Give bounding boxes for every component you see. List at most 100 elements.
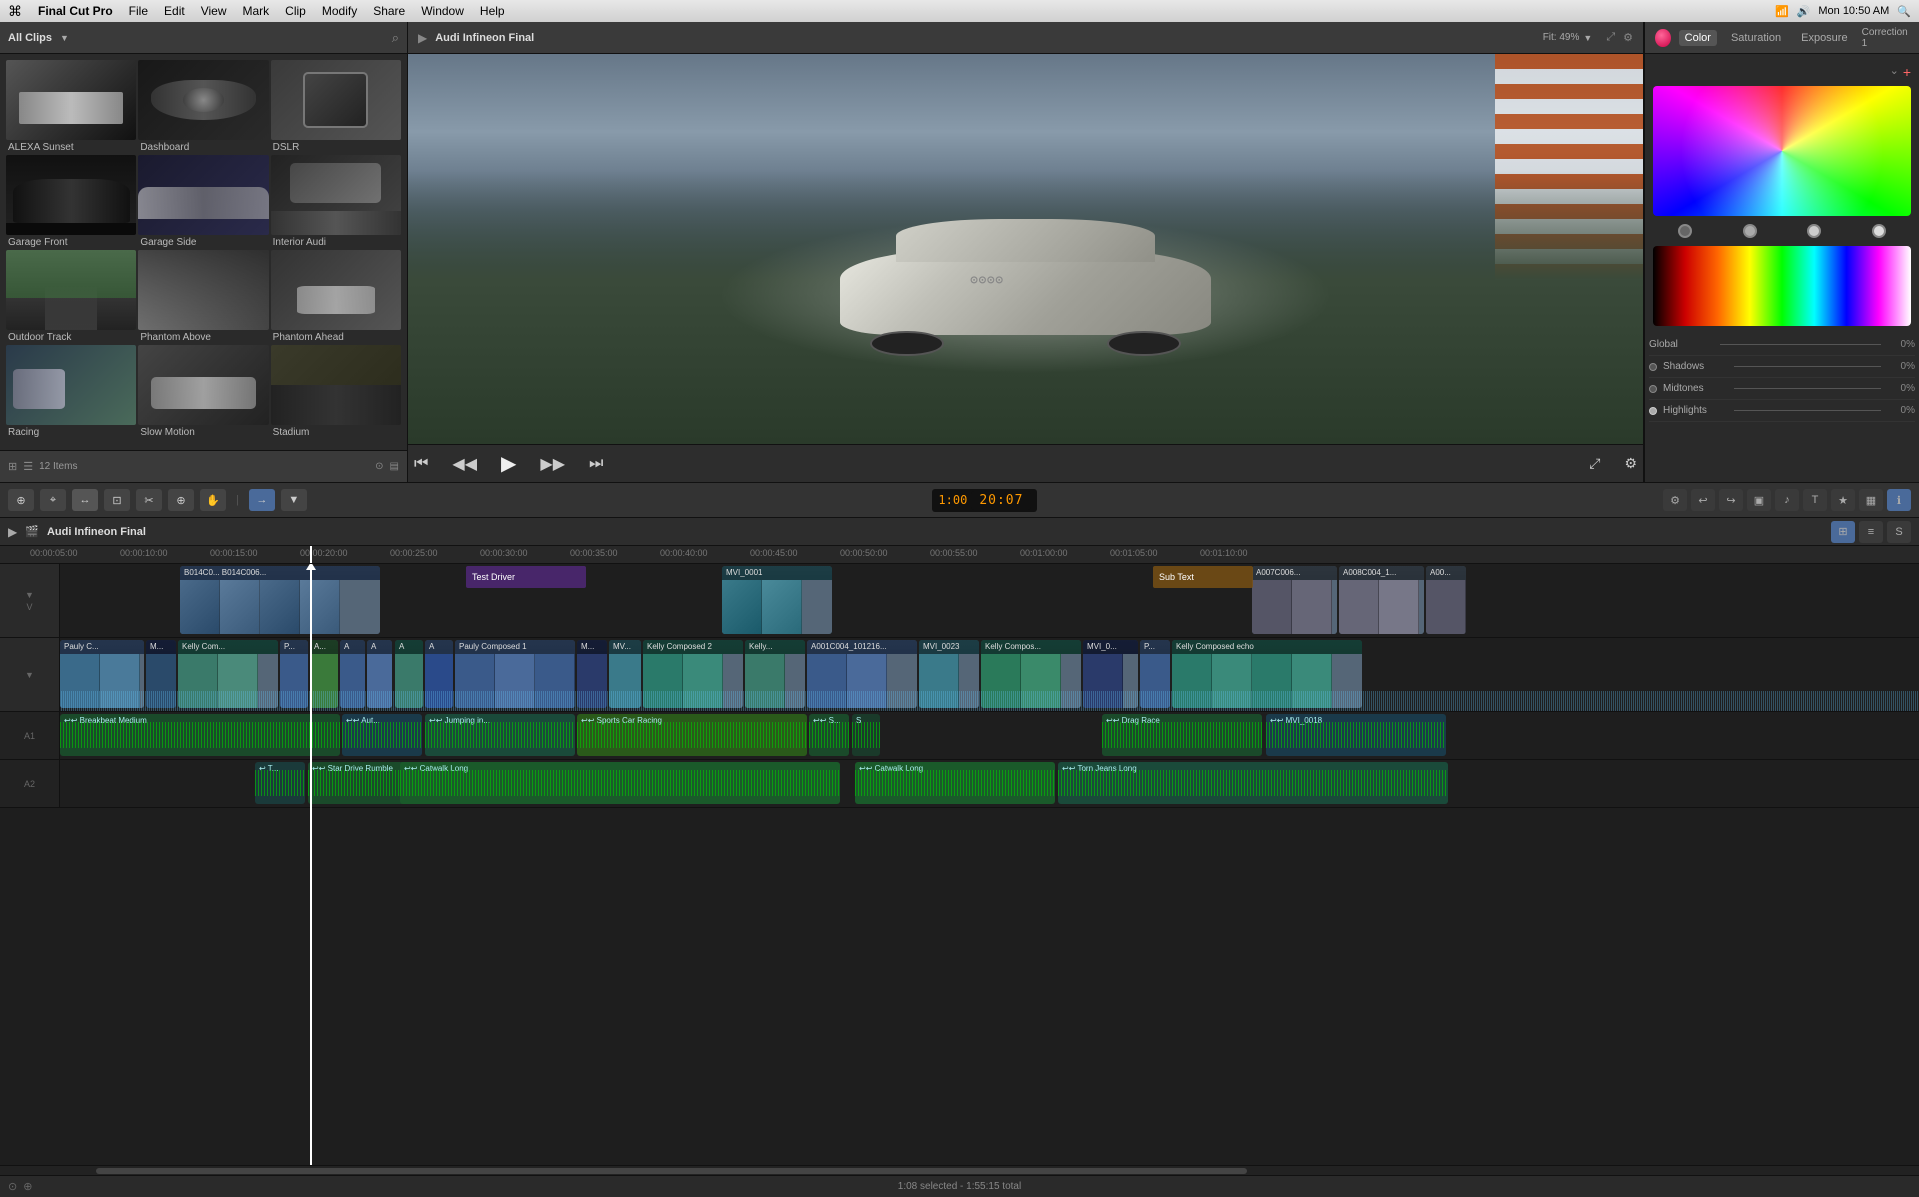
- audio-sports-car[interactable]: ↩↩ Sports Car Racing: [577, 714, 807, 756]
- play-button[interactable]: ▶: [495, 449, 522, 478]
- menu-mark[interactable]: Mark: [243, 4, 270, 18]
- clip-racing[interactable]: Racing: [6, 345, 136, 438]
- highlights-dot[interactable]: [1872, 224, 1886, 238]
- timeline-settings-icon[interactable]: ⚙: [1663, 489, 1687, 511]
- clip-stadium[interactable]: Stadium: [271, 345, 401, 438]
- inspector-add-icon[interactable]: +: [1903, 64, 1911, 80]
- tl-view-btn2[interactable]: ≡: [1859, 521, 1883, 543]
- shadows-dot[interactable]: [1743, 224, 1757, 238]
- audio-s1[interactable]: ↩↩ S...: [809, 714, 849, 756]
- clip-a007c006[interactable]: A007C006...: [1252, 566, 1337, 634]
- title-sub-text[interactable]: Sub Text: [1153, 566, 1253, 588]
- midtones-slider[interactable]: [1734, 388, 1881, 389]
- select-tool[interactable]: →: [249, 489, 275, 511]
- clip-a008c004[interactable]: A008C004_1...: [1339, 566, 1424, 634]
- menu-view[interactable]: View: [201, 4, 227, 18]
- menu-modify[interactable]: Modify: [322, 4, 357, 18]
- library-search-icon[interactable]: ⌕: [392, 30, 399, 46]
- clip-appearance-button[interactable]: ▣: [1747, 489, 1771, 511]
- menu-help[interactable]: Help: [480, 4, 505, 18]
- audio-torn-jeans[interactable]: ↩↩ Torn Jeans Long: [1058, 762, 1448, 804]
- menu-edit[interactable]: Edit: [164, 4, 185, 18]
- timecode-display[interactable]: 20:07: [971, 491, 1031, 510]
- inspector-tab-color[interactable]: Color: [1679, 30, 1717, 46]
- undo-button[interactable]: ↩: [1691, 489, 1715, 511]
- shadows-slider[interactable]: [1734, 366, 1881, 367]
- audio-drag-race[interactable]: ↩↩ Drag Race: [1102, 714, 1262, 756]
- preview-settings-icon[interactable]: ⚙: [1623, 31, 1633, 44]
- timeline-body[interactable]: ▼ V B014C0... B014C006...: [0, 564, 1919, 1165]
- clip-mvi0001[interactable]: MVI_0001: [722, 566, 832, 634]
- inspector-expand-icon[interactable]: ⌄: [1890, 64, 1899, 80]
- fullscreen-icon[interactable]: ⤢: [1606, 31, 1615, 44]
- fullscreen-preview-button[interactable]: ⤢: [1583, 453, 1606, 474]
- clip-phantom-ahead[interactable]: Phantom Ahead: [271, 250, 401, 343]
- audio-t[interactable]: ↩ T...: [255, 762, 305, 804]
- menu-finalcut[interactable]: Final Cut Pro: [38, 4, 113, 18]
- tl-view-btn1[interactable]: ⊞: [1831, 521, 1855, 543]
- tl-view-btn3[interactable]: S: [1887, 521, 1911, 543]
- color-gradient-bar[interactable]: [1653, 246, 1911, 326]
- clip-a00[interactable]: A00...: [1426, 566, 1466, 634]
- video-track-top-content[interactable]: B014C0... B014C006... MVI_0001: [60, 564, 1919, 637]
- audio-button[interactable]: ♪: [1775, 489, 1799, 511]
- audio-breakbeat[interactable]: ↩↩ Breakbeat Medium: [60, 714, 340, 756]
- audio-jumping[interactable]: ↩↩ Jumping in...: [425, 714, 575, 756]
- clip-outdoor-track[interactable]: Outdoor Track: [6, 250, 136, 343]
- audio-track-2-content[interactable]: ↩ T... ↩↩ Star Drive Rumble ↩↩ Catwalk L…: [60, 760, 1919, 807]
- redo-button[interactable]: ↪: [1719, 489, 1743, 511]
- inspector-tab-saturation[interactable]: Saturation: [1725, 30, 1787, 46]
- audio-mvi0018[interactable]: ↩↩ MVI_0018: [1266, 714, 1446, 756]
- title-test-driver[interactable]: Test Driver: [466, 566, 586, 588]
- view-icon[interactable]: ⊞: [8, 460, 17, 473]
- audio-aut[interactable]: ↩↩ Aut...: [342, 714, 422, 756]
- range-tool[interactable]: ⊡: [104, 489, 130, 511]
- clip-dslr[interactable]: DSLR: [271, 60, 401, 153]
- clip-alexa-sunset[interactable]: ALEXA Sunset: [6, 60, 136, 153]
- settings-preview-button[interactable]: ⚙: [1618, 453, 1643, 474]
- menu-window[interactable]: Window: [421, 4, 464, 18]
- clip-garage-side[interactable]: Garage Side: [138, 155, 268, 248]
- clip-garage-front[interactable]: Garage Front: [6, 155, 136, 248]
- clip-phantom-above[interactable]: Phantom Above: [138, 250, 268, 343]
- zoom-tool[interactable]: ⊕: [168, 489, 194, 511]
- clip-slow-motion[interactable]: Slow Motion: [138, 345, 268, 438]
- menu-share[interactable]: Share: [373, 4, 405, 18]
- highlights-slider[interactable]: [1734, 410, 1881, 411]
- list-icon[interactable]: ☰: [23, 460, 33, 473]
- status-icon-2[interactable]: ⊕: [23, 1180, 32, 1193]
- effects-button[interactable]: ★: [1831, 489, 1855, 511]
- inspector-tab-exposure[interactable]: Exposure: [1795, 30, 1853, 46]
- global-dot[interactable]: [1678, 224, 1692, 238]
- magnetic-tool[interactable]: ⊕: [8, 489, 34, 511]
- global-slider[interactable]: [1720, 344, 1881, 345]
- hand-tool[interactable]: ✋: [200, 489, 226, 511]
- midtones-dot[interactable]: [1807, 224, 1821, 238]
- audio-s2[interactable]: S: [852, 714, 880, 756]
- position-tool[interactable]: ⌖: [40, 489, 66, 511]
- step-back-button[interactable]: ◀◀: [446, 452, 483, 476]
- select-dropdown[interactable]: ▼: [281, 489, 307, 511]
- blade-tool[interactable]: ✂: [136, 489, 162, 511]
- clip-b014c[interactable]: B014C0... B014C006...: [180, 566, 380, 634]
- clip-dashboard[interactable]: Dashboard: [138, 60, 268, 153]
- menu-file[interactable]: File: [129, 4, 148, 18]
- menu-clip[interactable]: Clip: [285, 4, 306, 18]
- apple-menu[interactable]: ⌘: [8, 3, 22, 20]
- grid-icon[interactable]: ▤: [390, 461, 399, 472]
- trim-tool[interactable]: ↔: [72, 489, 98, 511]
- step-forward-button[interactable]: ▶▶: [534, 452, 571, 476]
- inspector-button[interactable]: ℹ: [1887, 489, 1911, 511]
- audio-catwalk-1[interactable]: ↩↩ Catwalk Long: [400, 762, 840, 804]
- status-icon-1[interactable]: ⊙: [8, 1180, 17, 1193]
- filter-icon[interactable]: ⊙: [375, 461, 383, 472]
- generators-button[interactable]: ▦: [1859, 489, 1883, 511]
- titles-button[interactable]: T: [1803, 489, 1827, 511]
- color-wheel[interactable]: [1653, 86, 1911, 216]
- clips-dropdown-icon[interactable]: ▼: [60, 33, 69, 43]
- fit-dropdown-icon[interactable]: ▼: [1583, 33, 1592, 43]
- scrollbar-thumb[interactable]: [96, 1168, 1247, 1174]
- tl-play-button[interactable]: ▶: [8, 525, 17, 539]
- go-to-start-button[interactable]: ⏮: [408, 453, 434, 475]
- audio-catwalk-2[interactable]: ↩↩ Catwalk Long: [855, 762, 1055, 804]
